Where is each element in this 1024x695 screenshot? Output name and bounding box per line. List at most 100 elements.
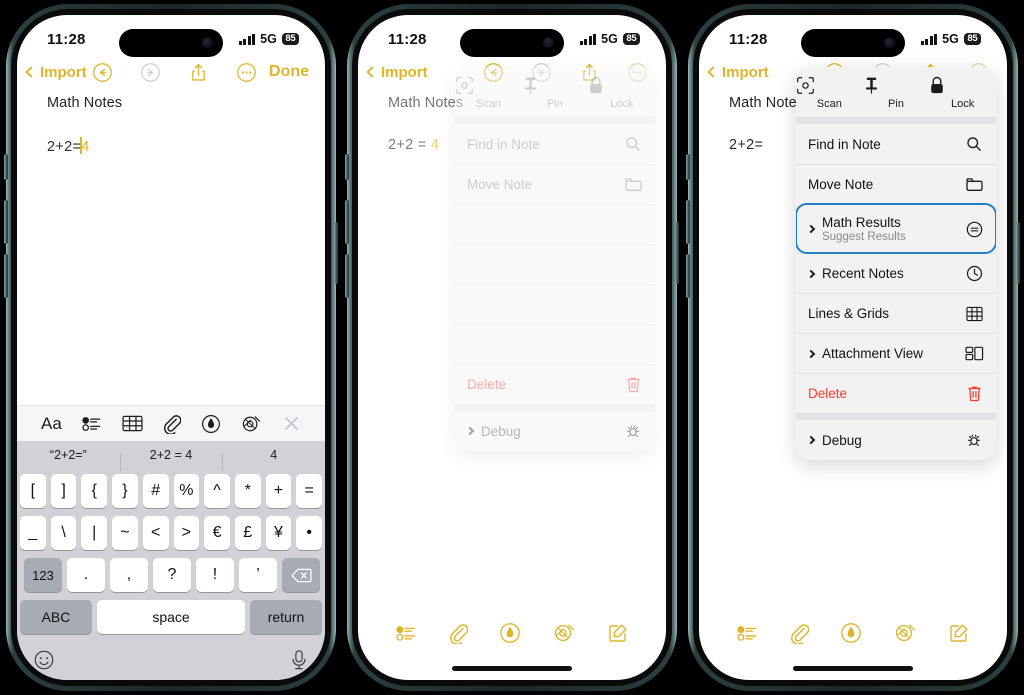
mute-button[interactable] <box>345 154 349 180</box>
abc-key[interactable]: ABC <box>20 600 92 634</box>
power-button[interactable] <box>334 222 338 284</box>
key[interactable]: > <box>173 516 200 550</box>
volume-down-button[interactable] <box>4 254 8 298</box>
mute-button[interactable] <box>4 154 8 180</box>
key[interactable]: # <box>142 474 169 508</box>
key[interactable]: £ <box>234 516 261 550</box>
key[interactable]: ] <box>50 474 77 508</box>
volume-up-button[interactable] <box>345 200 349 244</box>
volume-down-button[interactable] <box>345 254 349 298</box>
back-button[interactable]: Import <box>707 64 769 81</box>
text-format-icon[interactable]: Aa <box>41 414 62 434</box>
markup-pen-icon[interactable] <box>201 414 221 434</box>
scribble-icon[interactable] <box>553 622 576 644</box>
volume-down-button[interactable] <box>686 254 690 298</box>
menu-item-move-note[interactable]: Move Note <box>796 164 996 204</box>
back-button[interactable]: Import <box>366 64 428 81</box>
menu-item-attachment-view[interactable] <box>455 324 655 364</box>
key[interactable]: % <box>173 474 200 508</box>
back-button[interactable]: Import <box>25 64 87 81</box>
done-button[interactable]: Done <box>269 63 309 81</box>
numeric-toggle-key[interactable]: 123 <box>24 558 62 592</box>
key[interactable]: € <box>204 516 230 550</box>
bottom-toolbar <box>699 612 1007 654</box>
lock-action[interactable]: Lock <box>588 67 655 117</box>
prediction-item[interactable]: 4 <box>222 448 325 471</box>
markup-pen-icon[interactable] <box>840 622 862 644</box>
menu-item-attachment-view[interactable]: Attachment View <box>796 333 996 373</box>
menu-item-delete[interactable]: Delete <box>796 373 996 413</box>
return-key[interactable]: return <box>250 600 322 634</box>
volume-up-button[interactable] <box>4 200 8 244</box>
key[interactable]: } <box>112 474 138 508</box>
compose-icon[interactable] <box>608 623 628 643</box>
key[interactable]: \ <box>50 516 77 550</box>
key[interactable]: { <box>81 474 108 508</box>
undo-button[interactable] <box>89 59 115 85</box>
power-button[interactable] <box>1016 222 1020 284</box>
menu-item-debug[interactable]: Debug <box>455 411 655 451</box>
key[interactable]: ’ <box>239 558 277 592</box>
microphone-icon[interactable] <box>289 649 309 671</box>
key[interactable]: < <box>142 516 169 550</box>
menu-item-find-in-note[interactable]: Find in Note <box>455 124 655 164</box>
redo-button[interactable] <box>137 59 163 85</box>
checklist-icon[interactable] <box>396 624 417 643</box>
prediction-item[interactable]: “2+2=” <box>17 448 120 462</box>
volume-up-button[interactable] <box>686 200 690 244</box>
key[interactable]: ^ <box>204 474 230 508</box>
key[interactable]: ¥ <box>265 516 292 550</box>
key[interactable]: [ <box>19 474 46 508</box>
menu-item-lines-grids[interactable]: Lines & Grids <box>796 293 996 333</box>
scan-action[interactable]: Scan <box>455 67 522 117</box>
key[interactable]: , <box>110 558 148 592</box>
menu-item-delete[interactable]: Delete <box>455 364 655 404</box>
phone-2: 11:28 5G 85 Import Math Notes 2+2 = 4 Sc… <box>345 4 679 691</box>
backspace-key[interactable] <box>282 558 320 592</box>
emoji-icon[interactable] <box>33 649 55 671</box>
prediction-item[interactable]: 2+2 = 4 <box>119 448 223 471</box>
space-key[interactable]: space <box>97 600 245 634</box>
note-body[interactable]: Math Notes 2+2=4 <box>17 89 325 155</box>
paperclip-icon[interactable] <box>790 623 809 644</box>
paperclip-icon[interactable] <box>163 414 181 434</box>
front-camera-icon <box>884 37 895 49</box>
compose-icon[interactable] <box>949 623 969 643</box>
close-icon[interactable] <box>282 414 301 433</box>
menu-item-debug[interactable]: Debug <box>796 420 996 460</box>
pin-action[interactable]: Pin <box>863 67 930 117</box>
menu-item-lines-grids[interactable] <box>455 284 655 324</box>
note-expression: 2+2= <box>47 139 82 155</box>
key[interactable]: | <box>81 516 108 550</box>
key[interactable]: ! <box>196 558 234 592</box>
markup-pen-icon[interactable] <box>499 622 521 644</box>
menu-item-recent-notes[interactable]: Recent Notes <box>796 253 996 293</box>
more-button[interactable] <box>233 59 259 85</box>
chevron-left-icon <box>366 66 378 78</box>
share-button[interactable] <box>185 59 211 85</box>
key[interactable]: . <box>67 558 105 592</box>
menu-item-recent-notes[interactable] <box>455 244 655 284</box>
checklist-icon[interactable] <box>82 415 102 433</box>
lock-action[interactable]: Lock <box>929 67 996 117</box>
menu-item-move-note[interactable]: Move Note <box>455 164 655 204</box>
mute-button[interactable] <box>686 154 690 180</box>
power-button[interactable] <box>675 222 679 284</box>
scan-action[interactable]: Scan <box>796 67 863 117</box>
scribble-icon[interactable] <box>241 414 262 434</box>
menu-item-find-in-note[interactable]: Find in Note <box>796 124 996 164</box>
key[interactable]: = <box>296 474 323 508</box>
key[interactable]: + <box>265 474 292 508</box>
pin-action[interactable]: Pin <box>522 67 589 117</box>
key[interactable]: * <box>234 474 261 508</box>
key[interactable]: ? <box>153 558 191 592</box>
checklist-icon[interactable] <box>737 624 758 643</box>
key[interactable]: • <box>296 516 323 550</box>
menu-item-math-results[interactable]: Math Results Suggest Results <box>796 203 996 254</box>
menu-item-math-results[interactable] <box>455 204 655 244</box>
paperclip-icon[interactable] <box>449 623 468 644</box>
key[interactable]: _ <box>19 516 46 550</box>
scribble-icon[interactable] <box>894 622 917 644</box>
table-icon[interactable] <box>122 415 143 432</box>
key[interactable]: ~ <box>112 516 138 550</box>
